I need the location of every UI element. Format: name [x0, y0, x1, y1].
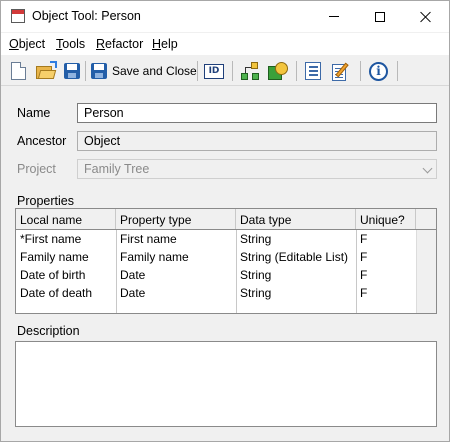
table-body: *First name First name String F Family n…: [16, 230, 416, 313]
toolbar-separator: [397, 61, 398, 81]
description-label: Description: [17, 324, 80, 338]
close-button[interactable]: [403, 1, 449, 32]
menu-mnemonic: R: [96, 37, 106, 51]
app-icon: [11, 9, 25, 23]
open-button[interactable]: [36, 60, 57, 82]
menu-tools[interactable]: Tools: [56, 37, 85, 51]
cell-unique: F: [360, 250, 368, 264]
save-and-close-label: Save and Close: [112, 64, 197, 78]
cell-local-name: Date of birth: [20, 268, 86, 282]
save-button[interactable]: [64, 60, 80, 82]
toolbar-separator: [85, 61, 86, 81]
form-icon: [305, 62, 321, 80]
toolbar: Save and Close ID i: [1, 56, 449, 86]
maximize-icon: [375, 11, 385, 22]
toolbar-separator: [232, 61, 233, 81]
shapes-button[interactable]: [267, 60, 289, 82]
cell-property-type: Date: [120, 286, 146, 300]
edit-button[interactable]: [332, 60, 350, 82]
table-row[interactable]: Family name Family name String (Editable…: [16, 248, 416, 266]
properties-label: Properties: [17, 194, 74, 208]
description-textarea[interactable]: [15, 341, 437, 427]
menu-label: bject: [18, 37, 46, 51]
properties-table[interactable]: Local name Property type Data type Uniqu…: [15, 208, 437, 314]
minimize-button[interactable]: [311, 1, 357, 32]
project-label: Project: [17, 162, 56, 176]
id-icon: ID: [204, 63, 224, 79]
maximize-button[interactable]: [357, 1, 403, 32]
info-button[interactable]: i: [369, 60, 388, 82]
title-bar: Object Tool: Person: [1, 1, 449, 32]
name-input[interactable]: Person: [77, 103, 437, 123]
table-row[interactable]: Date of death Date String F: [16, 284, 416, 302]
column-header-unique[interactable]: Unique?: [356, 209, 416, 229]
name-label: Name: [17, 106, 51, 120]
cell-property-type: Family name: [120, 250, 189, 264]
new-document-icon: [11, 62, 26, 80]
cell-unique: F: [360, 286, 368, 300]
menu-help[interactable]: Help: [152, 37, 178, 51]
cell-local-name: Date of death: [20, 286, 93, 300]
menu-bar: Object Tools Refactor Help: [1, 33, 449, 55]
ancestor-label: Ancestor: [17, 134, 67, 148]
save-and-close-icon: [91, 63, 107, 79]
table-row[interactable]: *First name First name String F: [16, 230, 416, 248]
column-header-data-type[interactable]: Data type: [236, 209, 356, 229]
cell-local-name: *First name: [20, 232, 82, 246]
cell-data-type: String: [240, 286, 272, 300]
save-icon: [64, 63, 80, 79]
menu-label: ools: [62, 37, 86, 51]
column-header-property-type[interactable]: Property type: [116, 209, 236, 229]
info-icon: i: [369, 61, 388, 81]
new-button[interactable]: [11, 60, 26, 82]
cell-data-type: String: [240, 232, 272, 246]
graph-button[interactable]: [240, 60, 260, 82]
shapes-icon: [267, 61, 289, 81]
edit-icon: [332, 62, 350, 81]
close-icon: [420, 11, 432, 23]
object-tool-window: Object Tool: Person Object Tools Refacto…: [0, 0, 450, 442]
menu-mnemonic: H: [152, 37, 162, 51]
menu-object[interactable]: Object: [9, 37, 45, 51]
cell-unique: F: [360, 268, 368, 282]
column-header-local-name[interactable]: Local name: [16, 209, 116, 229]
menu-refactor[interactable]: Refactor: [96, 37, 143, 51]
cell-data-type: String: [240, 268, 272, 282]
menu-label: elp: [161, 37, 178, 51]
cell-data-type: String (Editable List): [240, 250, 349, 264]
form-button[interactable]: [305, 60, 321, 82]
graph-icon: [240, 61, 260, 81]
toolbar-separator: [360, 61, 361, 81]
open-folder-icon: [36, 60, 57, 79]
cell-property-type: First name: [120, 232, 177, 246]
project-select: Family Tree: [77, 159, 437, 179]
toolbar-separator: [197, 61, 198, 81]
menu-label: efactor: [105, 37, 144, 51]
chevron-down-icon: [422, 163, 433, 174]
id-button[interactable]: ID: [204, 60, 224, 82]
table-header: Local name Property type Data type Uniqu…: [16, 209, 436, 230]
cell-unique: F: [360, 232, 368, 246]
project-value: Family Tree: [84, 162, 150, 176]
save-and-close-button[interactable]: Save and Close: [91, 60, 197, 82]
minimize-icon: [329, 16, 339, 17]
window-title: Object Tool: Person: [32, 9, 141, 23]
table-vertical-scrollbar[interactable]: [416, 230, 436, 313]
table-row[interactable]: Date of birth Date String F: [16, 266, 416, 284]
toolbar-separator: [296, 61, 297, 81]
menu-mnemonic: O: [9, 37, 19, 51]
object-form: Name Person Ancestor Object Project Fami…: [1, 87, 449, 441]
cell-property-type: Date: [120, 268, 146, 282]
ancestor-field: Object: [77, 131, 437, 151]
cell-local-name: Family name: [20, 250, 89, 264]
